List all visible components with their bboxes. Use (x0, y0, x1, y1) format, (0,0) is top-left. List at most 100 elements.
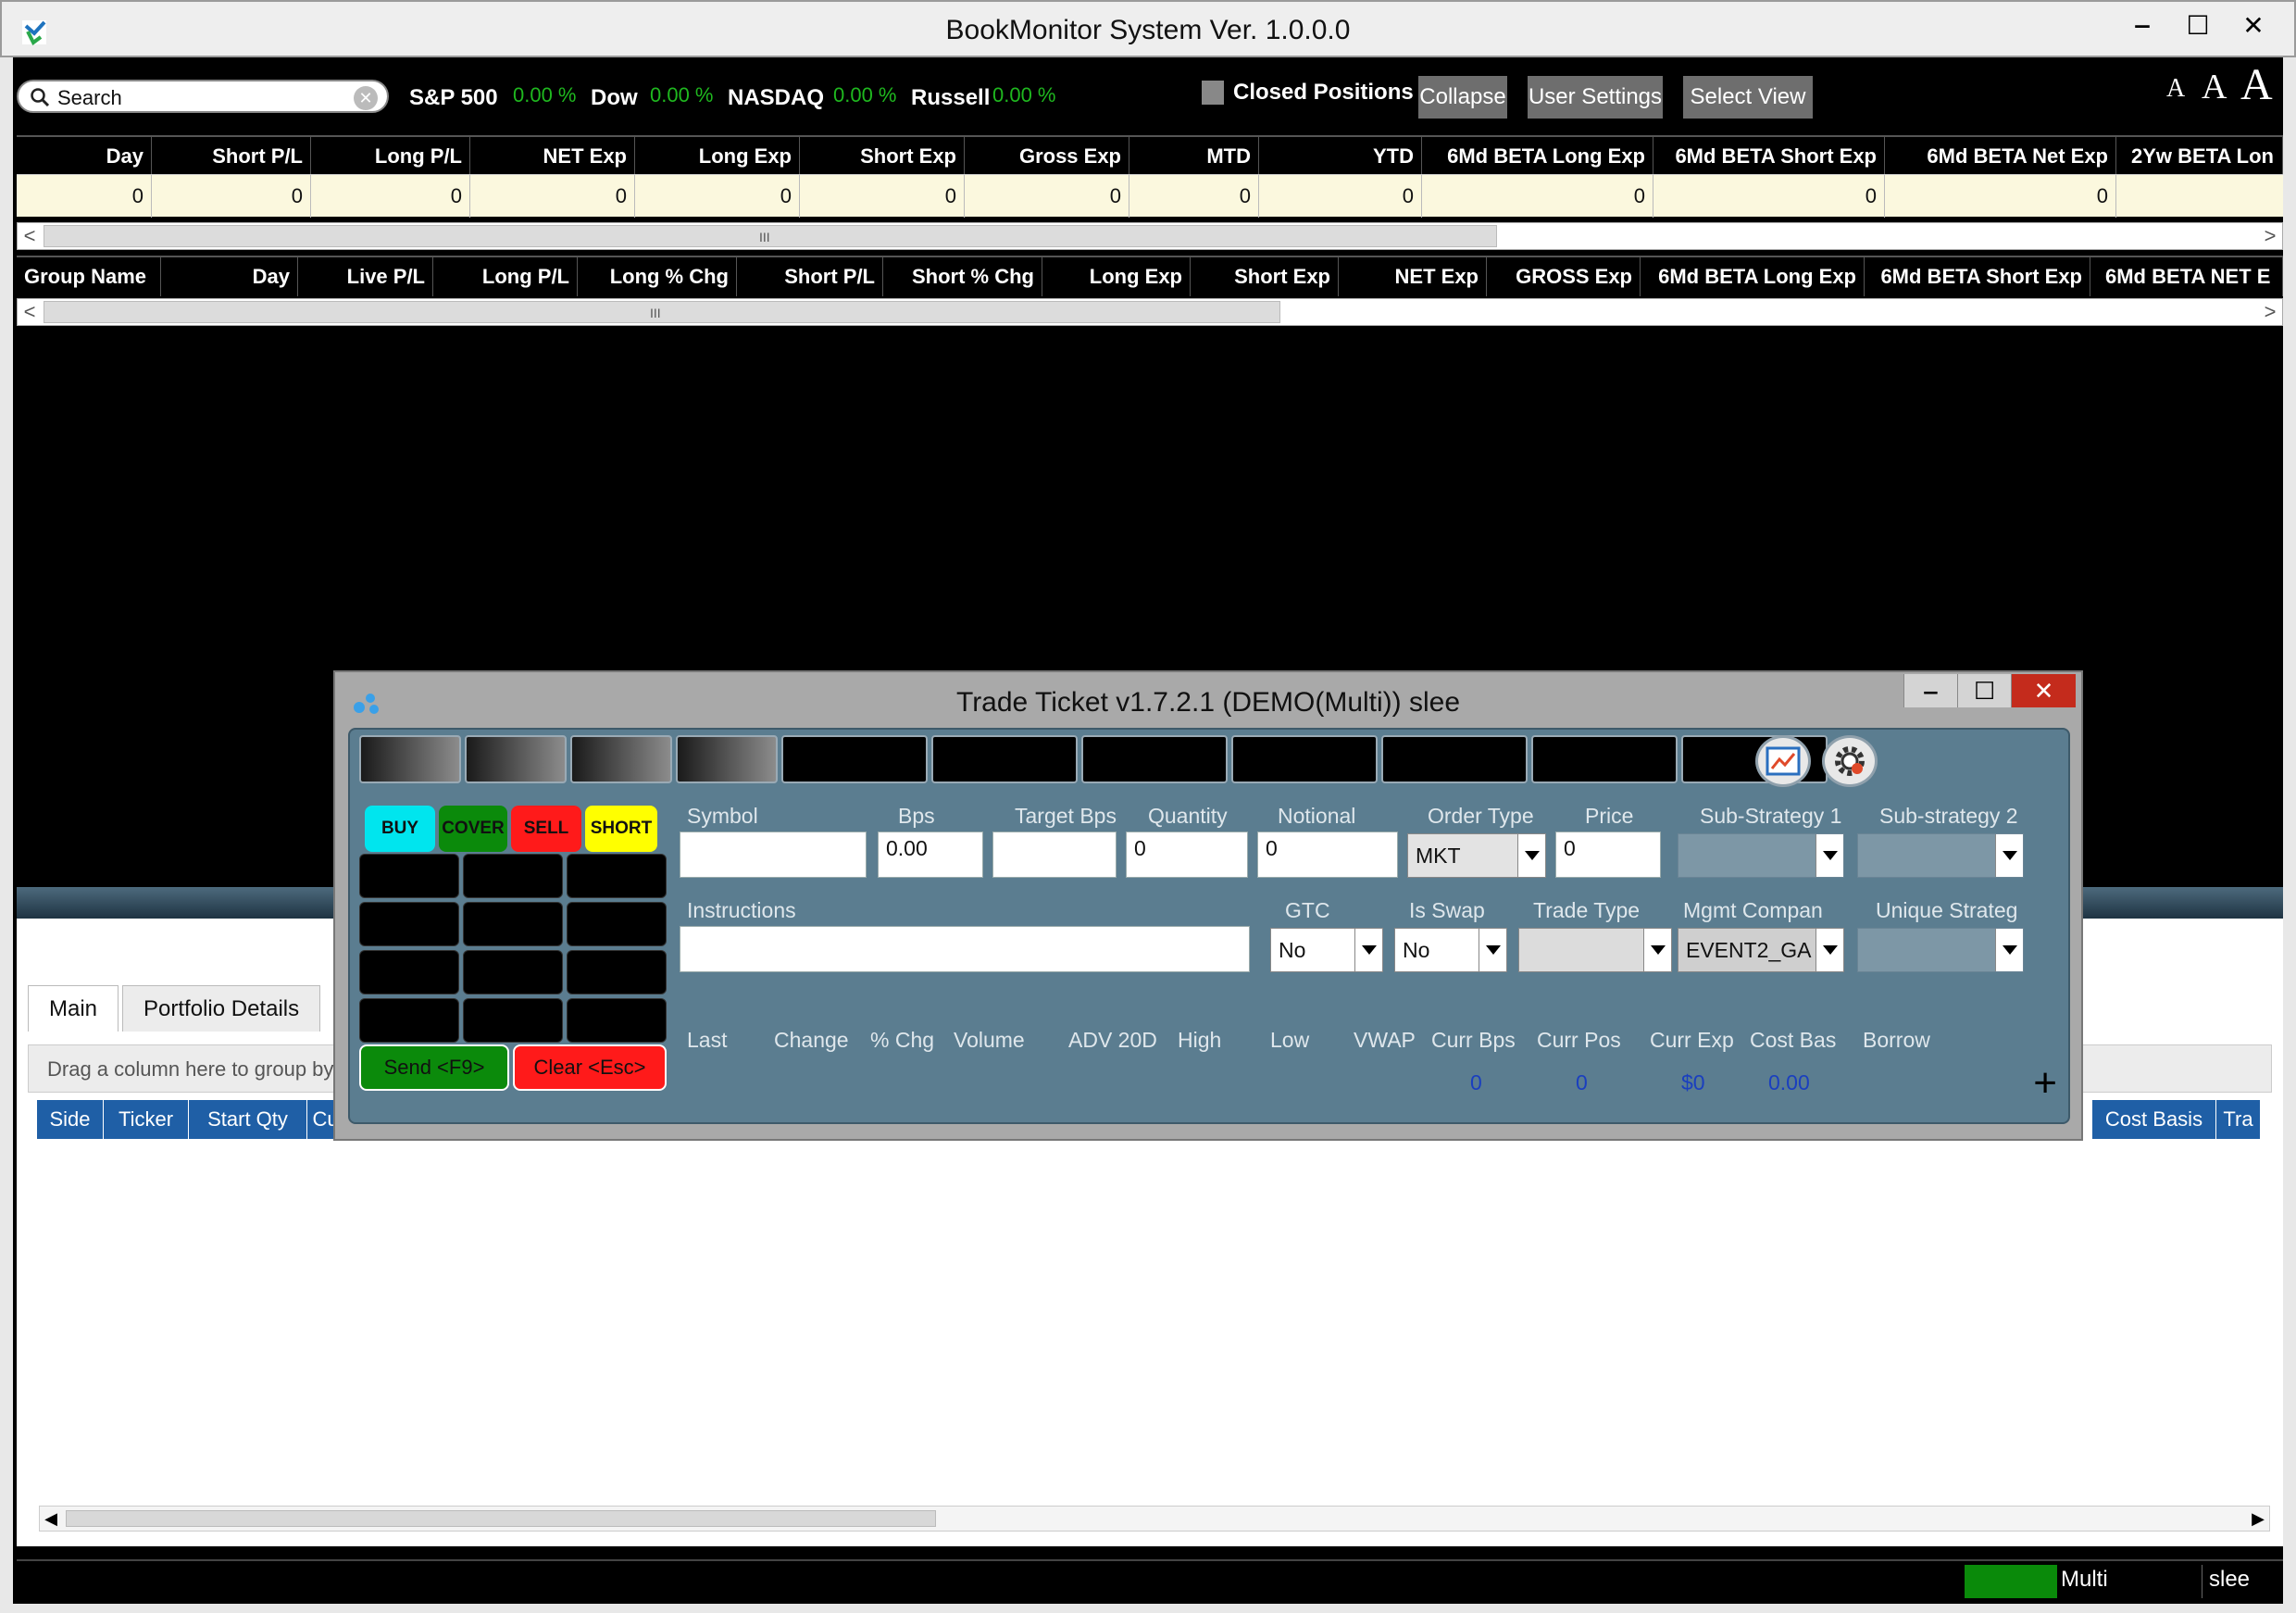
group-header-gross-exp[interactable]: GROSS Exp (1487, 257, 1641, 296)
select-view-button[interactable]: Select View (1683, 76, 1813, 119)
summary-header-2yw-beta[interactable]: 2Yw BETA Lon (2116, 137, 2283, 176)
col-tra[interactable]: Tra (2216, 1100, 2261, 1139)
add-icon[interactable]: + (2033, 1063, 2057, 1104)
order-type-select[interactable]: MKT (1407, 833, 1546, 878)
checkbox-box[interactable] (1202, 81, 1224, 105)
group-header-long-exp[interactable]: Long Exp (1042, 257, 1191, 296)
keypad-key[interactable] (359, 902, 459, 946)
clear-search-icon[interactable]: ✕ (354, 86, 378, 110)
keypad-key[interactable] (567, 902, 667, 946)
sub-strategy-1-select[interactable] (1678, 833, 1844, 878)
closed-positions-checkbox[interactable]: Closed Positions (1202, 80, 1414, 106)
keypad-key[interactable] (359, 950, 459, 994)
font-size-small-button[interactable]: A (2166, 74, 2185, 104)
scroll-right-arrow[interactable]: > (2258, 223, 2282, 249)
buy-button[interactable]: BUY (365, 806, 435, 852)
group-header-net-exp[interactable]: NET Exp (1339, 257, 1487, 296)
maximize-button[interactable]: ☐ (2170, 7, 2226, 43)
group-header-live-pl[interactable]: Live P/L (298, 257, 433, 296)
summary-header-long-pl[interactable]: Long P/L (311, 137, 470, 176)
summary-header-short-exp[interactable]: Short Exp (800, 137, 965, 176)
summary-horizontal-scrollbar[interactable]: < III > (17, 222, 2283, 250)
col-start-qty[interactable]: Start Qty (189, 1100, 307, 1139)
is-swap-select[interactable]: No (1394, 928, 1507, 972)
summary-header-beta-short[interactable]: 6Md BETA Short Exp (1653, 137, 1885, 176)
keypad-key[interactable] (567, 998, 667, 1043)
ticket-close-button[interactable]: ✕ (2011, 674, 2076, 707)
scroll-right-arrow[interactable]: > (2258, 299, 2282, 325)
summary-header-beta-long[interactable]: 6Md BETA Long Exp (1422, 137, 1653, 176)
order-slot[interactable] (781, 735, 928, 783)
summary-header-ytd[interactable]: YTD (1259, 137, 1422, 176)
mgmt-company-select[interactable]: EVENT2_GA (1678, 928, 1844, 972)
bps-input[interactable]: 0.00 (878, 832, 983, 878)
user-settings-button[interactable]: User Settings (1528, 76, 1663, 119)
summary-header-net-exp[interactable]: NET Exp (470, 137, 635, 176)
scroll-right-arrow[interactable]: ▶ (2247, 1507, 2269, 1531)
trade-type-select[interactable] (1518, 928, 1672, 972)
font-size-large-button[interactable]: A (2240, 59, 2273, 110)
order-slot[interactable] (1231, 735, 1378, 783)
group-header-long-pct-chg[interactable]: Long % Chg (578, 257, 737, 296)
scroll-thumb[interactable]: III (44, 301, 1280, 323)
order-slot[interactable] (676, 735, 778, 783)
ticket-minimize-button[interactable]: ‒ (1903, 674, 1957, 707)
keypad-key[interactable] (567, 950, 667, 994)
minimize-button[interactable]: ‒ (2115, 7, 2170, 43)
order-slot[interactable] (931, 735, 1078, 783)
col-ticker[interactable]: Ticker (104, 1100, 189, 1139)
order-slot[interactable] (465, 735, 567, 783)
group-header-short-pl[interactable]: Short P/L (737, 257, 883, 296)
clear-button[interactable]: Clear <Esc> (513, 1044, 667, 1091)
scroll-left-arrow[interactable]: ◀ (40, 1507, 62, 1531)
group-header-beta-short[interactable]: 6Md BETA Short Exp (1865, 257, 2090, 296)
group-header-beta-long[interactable]: 6Md BETA Long Exp (1641, 257, 1865, 296)
keypad-key[interactable] (359, 854, 459, 898)
group-horizontal-scrollbar[interactable]: < III > (17, 298, 2283, 326)
scroll-thumb[interactable]: III (44, 225, 1497, 247)
keypad-key[interactable] (567, 854, 667, 898)
group-header-beta-net[interactable]: 6Md BETA NET E (2090, 257, 2283, 296)
scroll-thumb[interactable] (66, 1510, 936, 1527)
scroll-left-arrow[interactable]: < (18, 223, 42, 249)
summary-header-day[interactable]: Day (17, 137, 152, 176)
order-slot[interactable] (1531, 735, 1678, 783)
order-slot[interactable] (570, 735, 672, 783)
keypad-key[interactable] (359, 998, 459, 1043)
sub-strategy-2-select[interactable] (1857, 833, 2024, 878)
send-button[interactable]: Send <F9> (359, 1044, 509, 1091)
settings-button[interactable] (1822, 735, 1878, 787)
unique-strategy-select[interactable] (1857, 928, 2024, 972)
collapse-button[interactable]: Collapse (1418, 76, 1507, 119)
scroll-left-arrow[interactable]: < (18, 299, 42, 325)
summary-header-mtd[interactable]: MTD (1129, 137, 1259, 176)
search-input[interactable]: Search ✕ (17, 80, 389, 113)
group-header-group-name[interactable]: Group Name (17, 257, 161, 296)
col-side[interactable]: Side (37, 1100, 104, 1139)
close-button[interactable]: ✕ (2226, 7, 2281, 43)
summary-header-short-pl[interactable]: Short P/L (152, 137, 311, 176)
summary-header-long-exp[interactable]: Long Exp (635, 137, 800, 176)
group-header-long-pl[interactable]: Long P/L (433, 257, 578, 296)
keypad-key[interactable] (463, 950, 563, 994)
order-slot[interactable] (1381, 735, 1528, 783)
group-header-short-exp[interactable]: Short Exp (1191, 257, 1339, 296)
summary-header-beta-net[interactable]: 6Md BETA Net Exp (1885, 137, 2116, 176)
symbol-input[interactable] (680, 832, 867, 878)
target-bps-input[interactable] (992, 832, 1117, 878)
cover-button[interactable]: COVER (439, 806, 507, 852)
col-cost-basis[interactable]: Cost Basis (2092, 1100, 2216, 1139)
quantity-input[interactable]: 0 (1126, 832, 1248, 878)
sell-button[interactable]: SELL (511, 806, 581, 852)
tab-main[interactable]: Main (28, 985, 119, 1032)
short-button[interactable]: SHORT (585, 806, 657, 852)
tab-portfolio-details[interactable]: Portfolio Details (122, 985, 321, 1032)
ticket-maximize-button[interactable]: ☐ (1957, 674, 2011, 707)
group-header-day[interactable]: Day (161, 257, 298, 296)
group-header-short-pct-chg[interactable]: Short % Chg (883, 257, 1042, 296)
keypad-key[interactable] (463, 902, 563, 946)
notional-input[interactable]: 0 (1257, 832, 1398, 878)
price-input[interactable]: 0 (1555, 832, 1661, 878)
chart-button[interactable] (1755, 735, 1811, 787)
font-size-medium-button[interactable]: A (2202, 67, 2227, 107)
